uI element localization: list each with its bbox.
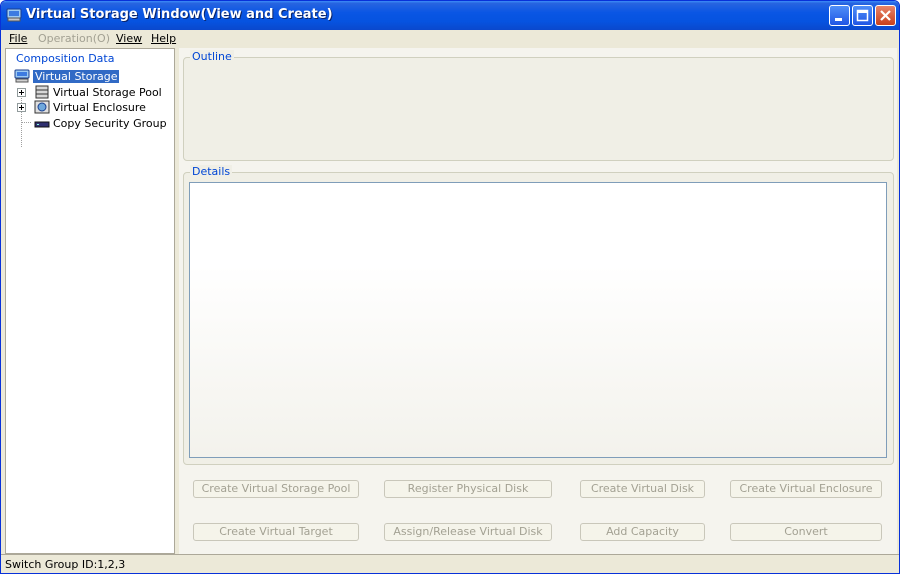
storage-pool-icon — [35, 85, 49, 98]
menu-file[interactable]: File — [9, 32, 27, 45]
expand-icon[interactable] — [17, 87, 26, 97]
menu-operation[interactable]: Operation(O) — [38, 32, 110, 45]
menu-view[interactable]: View — [116, 32, 142, 45]
create-virtual-target-button[interactable]: Create Virtual Target — [193, 523, 359, 541]
app-icon — [6, 7, 22, 23]
close-button[interactable] — [875, 5, 896, 26]
menu-file-label: File — [9, 32, 28, 45]
create-virtual-enclosure-button[interactable]: Create Virtual Enclosure — [730, 480, 882, 498]
security-group-icon — [34, 121, 50, 127]
minimize-icon — [835, 18, 842, 21]
details-group: Details — [183, 165, 894, 465]
tree-guide-line — [21, 91, 22, 147]
minimize-button[interactable] — [829, 5, 850, 26]
details-list[interactable] — [189, 182, 887, 458]
window-title: Virtual Storage Window(View and Create) — [26, 7, 333, 22]
composition-data-caption: Composition Data — [14, 52, 117, 65]
maximize-icon — [856, 9, 869, 22]
composition-data-panel: Composition Data Virtual Storage Virtual… — [5, 48, 175, 554]
details-caption: Details — [190, 165, 233, 178]
create-virtual-disk-button[interactable]: Create Virtual Disk — [580, 480, 705, 498]
enclosure-icon — [34, 100, 50, 114]
outline-group: Outline — [183, 50, 894, 161]
add-capacity-button[interactable]: Add Capacity — [580, 523, 705, 541]
expand-icon[interactable] — [17, 103, 26, 112]
convert-button[interactable]: Convert — [730, 523, 882, 541]
status-text: Switch Group ID:1,2,3 — [5, 558, 126, 571]
tree-item-virtual-storage-pool-label: Virtual Storage Pool — [53, 85, 162, 99]
assign-release-virtual-disk-button[interactable]: Assign/Release Virtual Disk — [384, 523, 552, 541]
title-bar[interactable]: Virtual Storage Window(View and Create) — [1, 1, 899, 30]
close-icon — [880, 10, 891, 21]
outline-caption: Outline — [190, 50, 234, 63]
virtual-storage-icon — [14, 69, 30, 83]
menu-view-label: View — [116, 32, 143, 45]
menu-help-label: Help — [151, 32, 177, 45]
app-window: Virtual Storage Window(View and Create) … — [0, 0, 900, 574]
tree-item-virtual-enclosure-label: Virtual Enclosure — [53, 101, 146, 114]
menu-bar: File Operation(O) View Help — [1, 30, 899, 47]
register-physical-disk-button[interactable]: Register Physical Disk — [384, 480, 552, 498]
maximize-button[interactable] — [852, 5, 873, 26]
create-virtual-storage-pool-button[interactable]: Create Virtual Storage Pool — [193, 480, 359, 498]
tree-item-copy-security-group-label: Copy Security Group — [53, 116, 167, 130]
status-bar: Switch Group ID:1,2,3 — [1, 554, 899, 573]
main-panel: Outline Details Create Virtual Storage P… — [179, 48, 897, 554]
tree-guide-line — [21, 122, 31, 123]
tree-item-virtual-storage-label: Virtual Storage — [33, 70, 120, 83]
menu-help[interactable]: Help — [151, 32, 176, 45]
